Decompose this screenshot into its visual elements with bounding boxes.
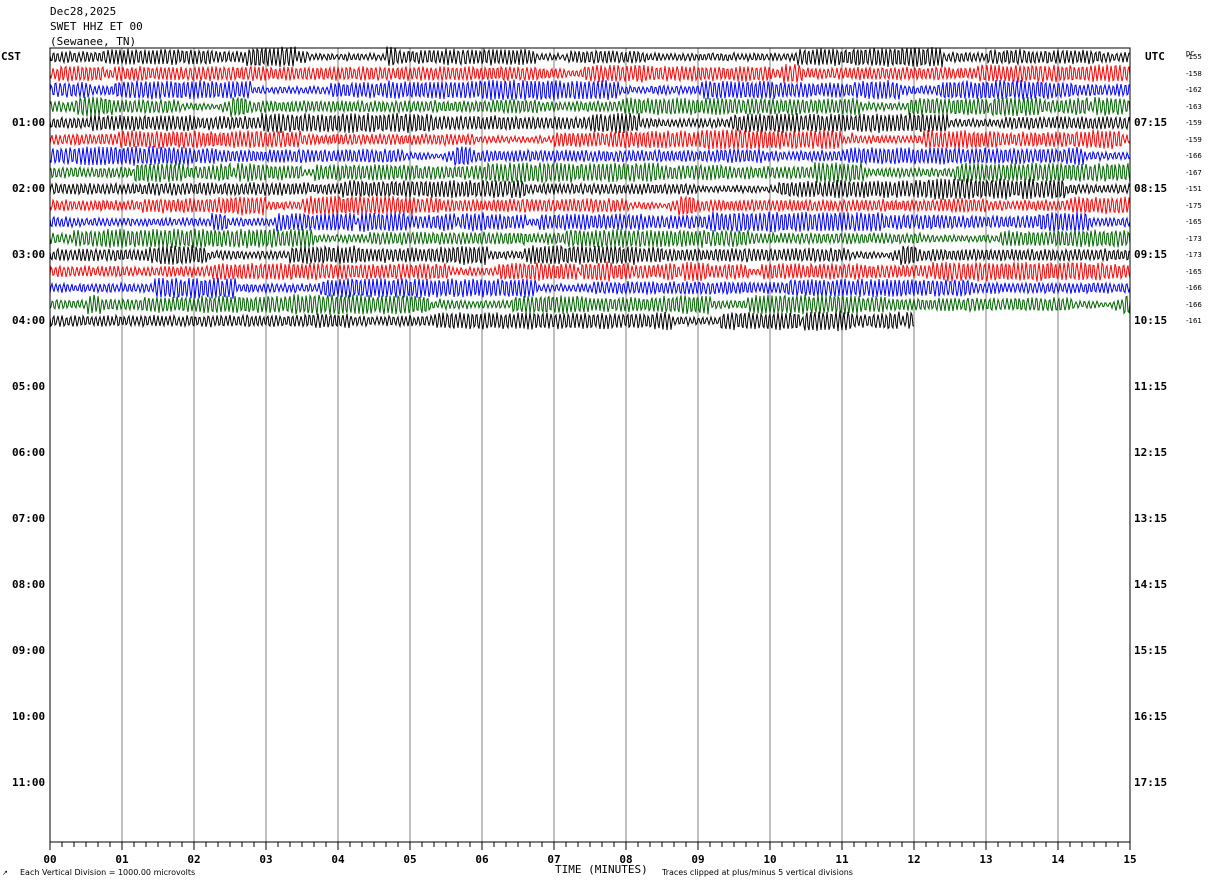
seismic-trace	[49, 46, 1131, 68]
dc-offset-label: -158	[1186, 69, 1202, 78]
right-hour-label: 07:15	[1134, 116, 1168, 129]
dc-offset-label: -167	[1186, 168, 1202, 177]
seismic-trace	[49, 63, 1131, 84]
left-hour-label: 09:00	[12, 644, 46, 657]
right-hour-label: 17:15	[1134, 776, 1168, 789]
x-tick-label: 04	[331, 853, 345, 866]
x-tick-label: 13	[979, 853, 992, 866]
dc-offset-label: -159	[1186, 119, 1202, 127]
x-tick-label: 14	[1051, 853, 1065, 866]
dc-offset-label: -161	[1186, 317, 1202, 325]
seismic-trace	[49, 228, 1131, 249]
seismic-trace	[49, 129, 1131, 150]
left-hour-label: 02:00	[12, 182, 46, 195]
dc-offset-label: -173	[1186, 234, 1202, 243]
seismic-trace	[49, 79, 1131, 101]
dc-offset-label: -155	[1186, 53, 1202, 61]
left-hour-label: 07:00	[12, 512, 46, 525]
left-hour-label: 11:00	[12, 776, 46, 789]
right-hour-label: 10:15	[1134, 314, 1168, 327]
right-hour-label: 11:15	[1134, 380, 1168, 393]
left-hour-label: 01:00	[12, 116, 46, 129]
seismic-trace	[49, 112, 1131, 134]
right-hour-label: 12:15	[1134, 446, 1168, 459]
dc-offset-label: -165	[1186, 218, 1202, 226]
dc-offset-label: -175	[1186, 201, 1202, 210]
dc-offset-label: -159	[1186, 135, 1202, 144]
x-axis-title: TIME (MINUTES)	[555, 863, 648, 876]
seismic-trace	[49, 96, 1131, 117]
x-tick-label: 12	[907, 853, 920, 866]
dc-offset-label: -163	[1186, 102, 1202, 111]
x-tick-label: 05	[403, 853, 416, 866]
x-tick-label: 06	[475, 853, 489, 866]
x-tick-label: 00	[43, 853, 56, 866]
right-hour-label: 15:15	[1134, 644, 1168, 657]
x-tick-label: 03	[259, 853, 272, 866]
x-tick-label: 11	[835, 853, 849, 866]
right-hour-label: 16:15	[1134, 710, 1168, 723]
seismic-trace	[49, 261, 1131, 282]
corner-arrow-icon: ↗	[2, 869, 8, 877]
x-tick-label: 02	[187, 853, 200, 866]
dc-offset-label: -151	[1186, 185, 1202, 193]
right-hour-label: 14:15	[1134, 578, 1168, 591]
seismic-trace	[49, 277, 1131, 299]
clip-note: Traces clipped at plus/minus 5 vertical …	[662, 868, 853, 877]
seismic-trace	[49, 211, 1131, 233]
right-hour-label: 08:15	[1134, 182, 1168, 195]
left-hour-label: 04:00	[12, 314, 46, 327]
helicorder-plot: 00 01 02 03 04 05 06 07 08 09 10 11 12 13 14 15	[43, 46, 1137, 866]
seismic-trace	[49, 244, 1131, 266]
dc-offset-label: -165	[1186, 267, 1202, 276]
scale-note: Each Vertical Division = 1000.00 microvo…	[20, 868, 196, 877]
dc-offset-label: -166	[1186, 284, 1202, 292]
right-hour-label: 09:15	[1134, 248, 1168, 261]
left-hour-label: 10:00	[12, 710, 46, 723]
left-hour-label: 08:00	[12, 578, 46, 591]
left-hour-label: 06:00	[12, 446, 46, 459]
x-tick-label: 01	[115, 853, 129, 866]
x-tick-label: 10	[763, 853, 776, 866]
seismic-traces	[49, 46, 1131, 332]
right-hour-label: 13:15	[1134, 512, 1168, 525]
seismic-trace	[49, 195, 1131, 216]
left-hour-label: 05:00	[12, 380, 46, 393]
left-hour-label: 03:00	[12, 248, 46, 261]
seismic-trace	[49, 161, 1131, 184]
dc-offset-label: -166	[1186, 300, 1202, 309]
dc-offset-label: -162	[1186, 86, 1202, 94]
dc-offset-label: -173	[1186, 251, 1202, 259]
dc-offset-label: -166	[1186, 152, 1202, 160]
x-tick-label: 09	[691, 853, 704, 866]
seismic-trace	[49, 145, 1131, 167]
x-tick-label: 15	[1123, 853, 1136, 866]
